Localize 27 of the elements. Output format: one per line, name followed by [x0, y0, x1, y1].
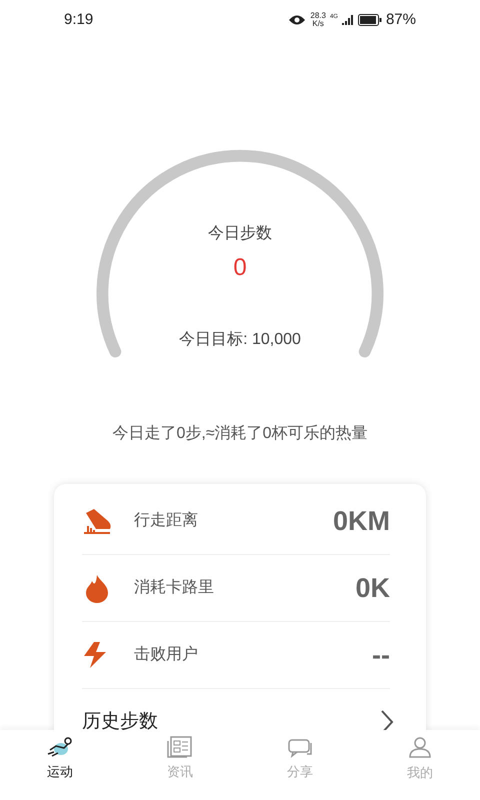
runner-icon: [46, 736, 74, 758]
stat-label: 消耗卡路里: [134, 578, 214, 598]
summary-text: 今日走了0步,≈消耗了0杯可乐的热量: [112, 425, 368, 442]
newspaper-icon: [167, 736, 193, 758]
lightning-icon: [82, 641, 108, 669]
person-icon: [408, 735, 432, 760]
eye-icon: [288, 14, 306, 26]
stat-label: 行走距离: [134, 510, 198, 531]
speed-unit: K/s: [312, 20, 324, 28]
speed-value: 28.3: [310, 12, 326, 20]
clock: 9:19: [64, 10, 94, 30]
stat-value: 0KM: [332, 504, 390, 538]
stat-value: 0K: [355, 572, 390, 605]
chevron-right-icon: [380, 709, 394, 730]
step-count: 0: [233, 253, 247, 283]
gauge-label: 今日步数: [208, 224, 272, 244]
battery-level: 87%: [386, 10, 416, 30]
stat-label: 击败用户: [134, 644, 198, 665]
tab[interactable]: 运动: [0, 730, 120, 788]
tab[interactable]: 分享: [240, 730, 360, 788]
tab[interactable]: 资讯: [120, 730, 240, 788]
daily-goal: 今日目标: 10,000: [179, 330, 301, 350]
signal-icon: [342, 14, 354, 26]
battery-icon: [358, 14, 382, 26]
stat-value: --: [372, 638, 390, 672]
tab[interactable]: 我的: [360, 730, 480, 788]
history-row[interactable]: 历史步数: [82, 689, 398, 730]
